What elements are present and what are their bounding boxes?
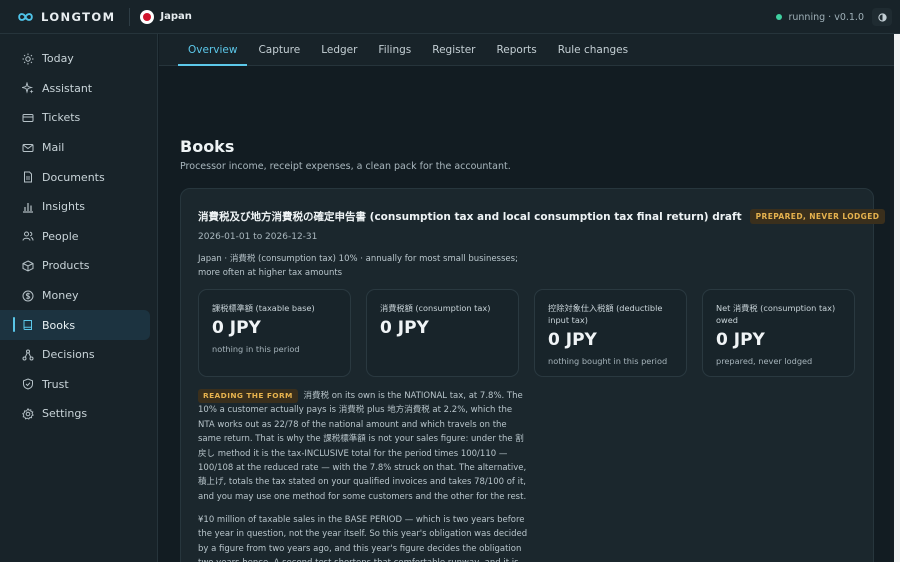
sidebar: Today Assistant Tickets Mail Documents I… [0,34,158,562]
sidebar-item-books[interactable]: Books [0,310,150,340]
gear-icon [22,407,34,420]
ticket-icon [22,112,34,124]
sidebar-item-settings[interactable]: Settings [0,399,150,429]
stat-note: prepared, never lodged [716,356,813,366]
tab-ledger[interactable]: Ledger [311,34,367,65]
sidebar-item-label: Money [42,289,79,303]
tab-overview[interactable]: Overview [178,34,248,66]
card-title-text: 消費税及び地方消費税の確定申告書 (consumption tax and lo… [198,211,742,223]
return-draft-card: 消費税及び地方消費税の確定申告書 (consumption tax and lo… [180,188,886,562]
scrollbar[interactable] [894,34,900,562]
sidebar-item-label: People [42,229,79,243]
country-selector[interactable]: Japan [140,9,192,24]
card-title: 消費税及び地方消費税の確定申告書 (consumption tax and lo… [198,209,886,224]
sidebar-item-people[interactable]: People [0,222,150,252]
sidebar-item-trust[interactable]: Trust [0,370,150,400]
document-icon [22,171,34,183]
status-indicator: running · v0.1.0 [776,0,864,34]
reading-text: 消費税 on its own is the NATIONAL tax, at 7… [198,391,527,502]
reading-the-form-note: READING THE FORM 消費税 on its own is the N… [198,389,528,504]
japan-flag-icon [140,9,155,24]
sidebar-item-label: Products [42,259,90,273]
sidebar-item-label: Insights [42,200,86,214]
tab-capture[interactable]: Capture [248,34,310,65]
bar-chart-icon [22,201,34,213]
tab-bar: Overview Capture Ledger Filings Register… [159,34,894,66]
divider [129,7,131,26]
stat-label: 課税標準額 (taxable base) [212,303,315,313]
sidebar-item-label: Today [42,52,74,66]
page-title: Books [180,137,235,156]
people-icon [22,230,34,242]
scrollbar-thumb[interactable] [894,34,900,562]
reading-tag: READING THE FORM [198,389,298,403]
sun-icon [22,53,34,65]
coin-icon [22,290,34,302]
sidebar-item-documents[interactable]: Documents [0,162,150,192]
sidebar-item-label: Settings [42,407,88,421]
main-content: Books Processor income, receipt expenses… [159,67,894,562]
top-bar: LONGTOM Japan running · v0.1.0 [0,0,900,34]
tab-filings[interactable]: Filings [368,34,421,65]
sidebar-item-tickets[interactable]: Tickets [0,103,150,133]
half-circle-icon [877,12,887,22]
tab-register[interactable]: Register [422,34,485,65]
shield-icon [22,378,34,390]
country-name: Japan [160,11,192,22]
stat-value: 0 JPY [548,330,597,350]
sidebar-item-label: Trust [42,377,69,391]
stat-card-net-tax-owed: Net 消費税 (consumption tax) owed 0 JPY pre… [702,289,855,377]
stat-card-consumption-tax: 消費税額 (consumption tax) 0 JPY [366,289,519,377]
app-name: LONGTOM [41,9,116,24]
sidebar-item-mail[interactable]: Mail [0,133,150,163]
tab-reports[interactable]: Reports [486,34,546,65]
period-dates: 2026-01-01 to 2026-12-31 [198,232,318,242]
base-period-note: ¥10 million of taxable sales in the BASE… [198,515,528,562]
brand[interactable]: LONGTOM [16,10,115,24]
stat-label: 消費税額 (consumption tax) [380,303,491,313]
stat-note: nothing in this period [212,344,300,354]
logo-icon [18,12,33,21]
status-badge: PREPARED, NEVER LODGED [749,209,886,224]
sidebar-item-decisions[interactable]: Decisions [0,340,150,370]
page-subtitle: Processor income, receipt expenses, a cl… [180,161,511,172]
sidebar-item-assistant[interactable]: Assistant [0,74,150,104]
stat-label: Net 消費税 (consumption tax) owed [716,303,836,325]
stat-card-taxable-base: 課税標準額 (taxable base) 0 JPY nothing in th… [198,289,351,377]
sidebar-item-insights[interactable]: Insights [0,192,150,222]
tab-rule-changes[interactable]: Rule changes [548,34,638,65]
stat-card-deductible-input-tax: 控除対象仕入税額 (deductible input tax) 0 JPY no… [534,289,687,377]
sidebar-item-label: Books [42,318,76,332]
stat-value: 0 JPY [380,318,429,338]
sidebar-item-label: Decisions [42,348,95,362]
theme-toggle-button[interactable] [872,8,892,26]
sidebar-item-label: Assistant [42,81,93,95]
sidebar-item-money[interactable]: Money [0,281,150,311]
status-text: running · v0.1.0 [788,11,864,23]
sidebar-item-today[interactable]: Today [0,44,150,74]
stat-value: 0 JPY [212,318,261,338]
status-dot-icon [776,14,783,20]
sidebar-item-label: Documents [42,170,105,184]
box-icon [22,260,34,272]
stat-label: 控除対象仕入税額 (deductible input tax) [548,303,663,325]
card-description: Japan · 消費税 (consumption tax) 10% · annu… [198,254,518,278]
stat-note: nothing bought in this period [548,356,668,366]
sidebar-item-label: Tickets [42,111,81,125]
branch-icon [22,349,34,361]
stat-value: 0 JPY [716,330,765,350]
sidebar-item-products[interactable]: Products [0,251,150,281]
book-icon [22,319,34,331]
sidebar-item-label: Mail [42,141,65,155]
sparkle-icon [22,82,34,95]
mail-icon [22,142,34,154]
